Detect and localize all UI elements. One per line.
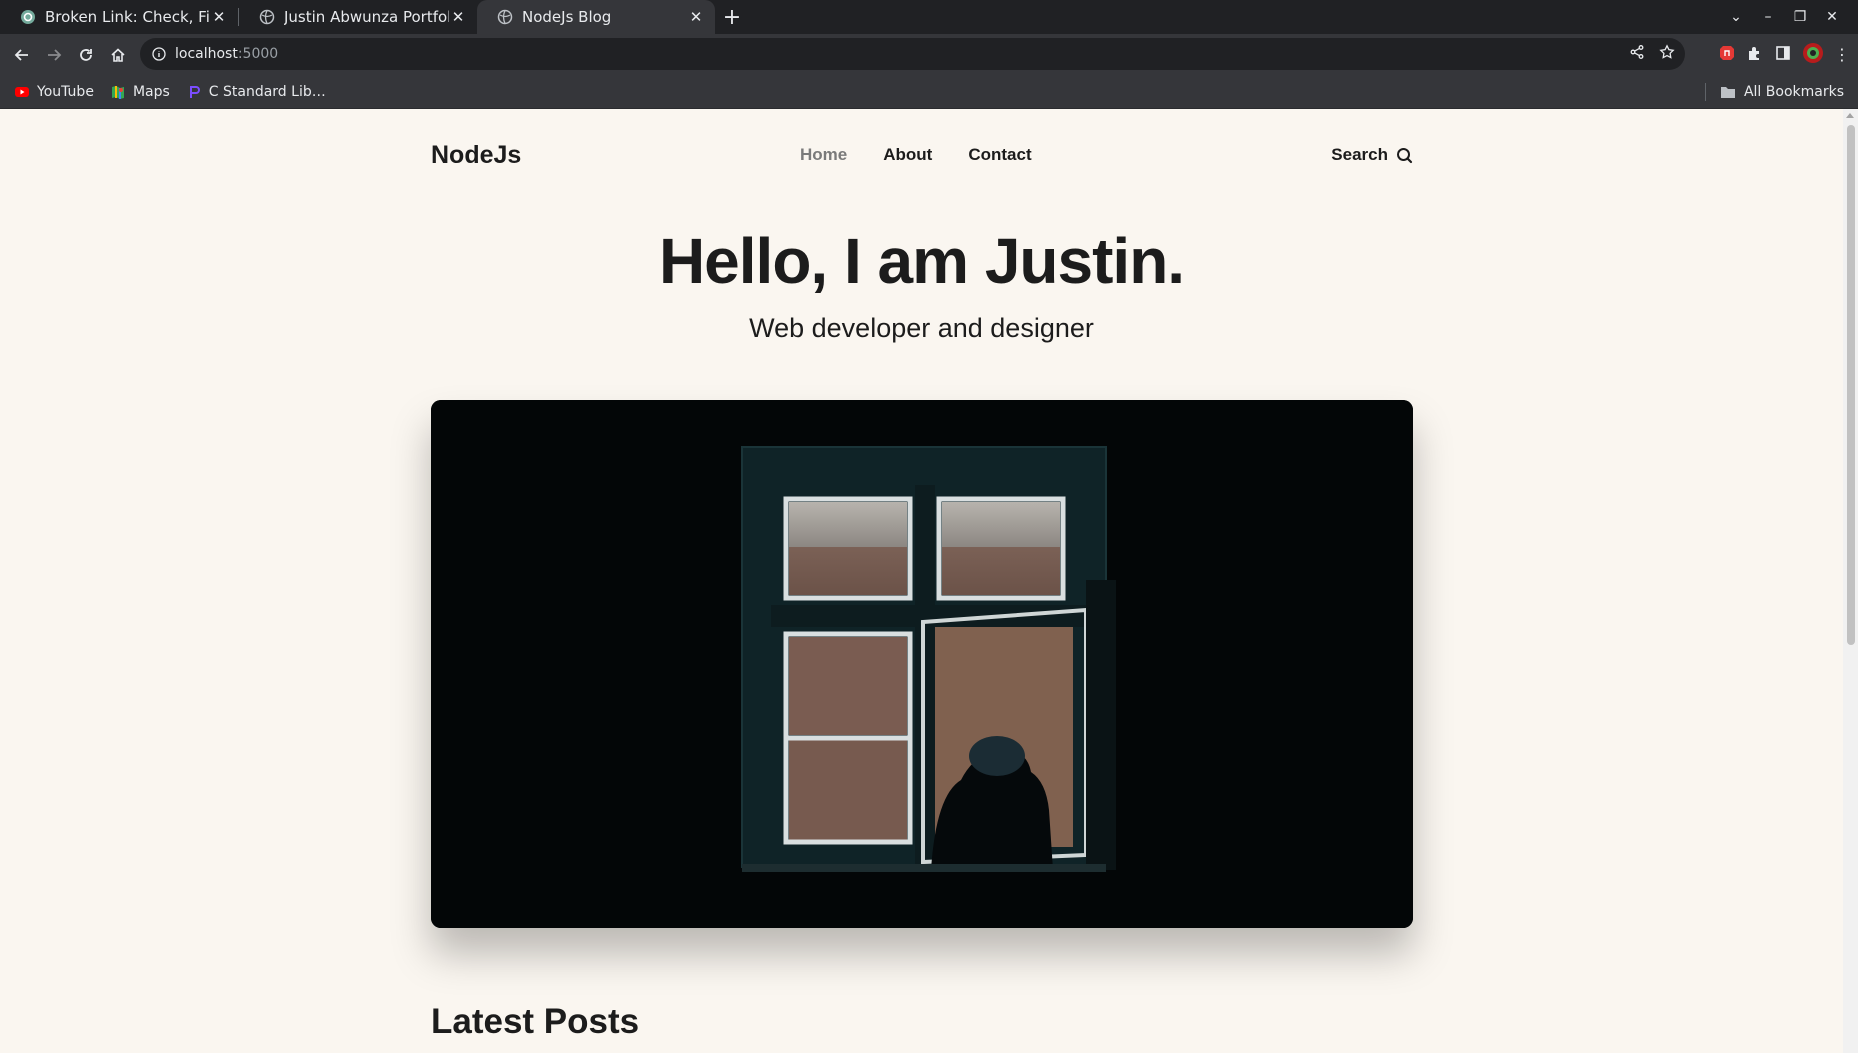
folder-icon bbox=[1720, 85, 1736, 99]
home-icon[interactable] bbox=[102, 39, 134, 71]
bookmark-label: YouTube bbox=[37, 83, 94, 100]
omnibox-actions bbox=[1629, 38, 1675, 70]
nav-home[interactable]: Home bbox=[800, 145, 847, 165]
page-viewport: NodeJs Home About Contact Search Hello, … bbox=[0, 109, 1843, 1053]
share-icon[interactable] bbox=[1629, 44, 1645, 64]
tab-search-icon[interactable]: ⌄ bbox=[1720, 9, 1752, 25]
adblock-extension-icon[interactable] bbox=[1718, 44, 1736, 66]
close-window-icon[interactable]: ✕ bbox=[1816, 9, 1848, 25]
forward-icon[interactable] bbox=[38, 39, 70, 71]
minimize-icon[interactable]: – bbox=[1752, 9, 1784, 25]
browser-tab-strip: Broken Link: Check, Fix, A ✕ Justin Abwu… bbox=[0, 0, 1858, 34]
globe-icon bbox=[497, 9, 513, 25]
window-controls: ⌄ – ❐ ✕ bbox=[1720, 0, 1848, 34]
all-bookmarks[interactable]: All Bookmarks bbox=[1704, 75, 1844, 109]
hero-subtitle: Web developer and designer bbox=[749, 313, 1094, 343]
reload-icon[interactable] bbox=[70, 39, 102, 71]
hero-image bbox=[431, 400, 1413, 928]
chatgpt-icon bbox=[20, 9, 36, 25]
close-tab-icon[interactable]: ✕ bbox=[449, 8, 467, 26]
site-logo[interactable]: NodeJs bbox=[431, 141, 521, 170]
scrollbar-thumb[interactable] bbox=[1847, 125, 1855, 645]
scroll-up-icon[interactable] bbox=[1846, 113, 1854, 118]
nav-contact[interactable]: Contact bbox=[968, 145, 1031, 165]
side-panel-icon[interactable] bbox=[1774, 44, 1792, 66]
browser-tab[interactable]: Justin Abwunza Portfolio ✕ bbox=[239, 0, 477, 34]
search-button[interactable]: Search bbox=[1331, 145, 1413, 165]
latest-posts-heading: Latest Posts bbox=[431, 1002, 640, 1041]
site-info-icon[interactable] bbox=[152, 47, 166, 61]
extensions-area: ⋮ bbox=[1718, 34, 1850, 75]
restore-icon[interactable]: ❐ bbox=[1784, 9, 1816, 25]
url-host: localhost bbox=[175, 46, 238, 62]
back-icon[interactable] bbox=[6, 39, 38, 71]
bookmark-icon bbox=[186, 84, 202, 100]
tab-title: Justin Abwunza Portfolio bbox=[284, 8, 449, 26]
bookmarks-divider bbox=[1704, 83, 1706, 101]
extensions-puzzle-icon[interactable] bbox=[1746, 44, 1764, 66]
hero-title: Hello, I am Justin. bbox=[658, 225, 1185, 297]
main-nav: Home About Contact bbox=[800, 145, 1032, 165]
bookmark-star-icon[interactable] bbox=[1659, 44, 1675, 64]
browser-toolbar: localhost:5000 ⋮ bbox=[0, 34, 1858, 75]
bookmark-label: Maps bbox=[132, 83, 170, 100]
new-tab-icon[interactable]: + bbox=[715, 0, 749, 34]
tab-title: Broken Link: Check, Fix, A bbox=[45, 8, 210, 26]
page-scrollbar[interactable] bbox=[1843, 109, 1858, 1053]
all-bookmarks-label: All Bookmarks bbox=[1743, 84, 1844, 100]
nav-about[interactable]: About bbox=[883, 145, 932, 165]
close-tab-icon[interactable]: ✕ bbox=[210, 8, 228, 26]
bookmark-c-standard-lib[interactable]: C Standard Lib… bbox=[186, 84, 326, 100]
close-tab-icon[interactable]: ✕ bbox=[687, 8, 705, 26]
tab-title: NodeJs Blog bbox=[522, 8, 612, 26]
browser-tab-active[interactable]: NodeJs Blog ✕ bbox=[477, 0, 715, 34]
maps-icon bbox=[110, 84, 126, 100]
search-icon bbox=[1396, 147, 1413, 164]
address-bar[interactable]: localhost:5000 bbox=[140, 38, 1685, 70]
site-header: NodeJs Home About Contact Search bbox=[431, 135, 1413, 175]
bookmarks-bar: YouTube Maps C Standard Lib… All Bookmar… bbox=[0, 75, 1858, 109]
search-label: Search bbox=[1331, 145, 1388, 164]
bookmark-label: C Standard Lib… bbox=[208, 83, 326, 100]
window-photo-illustration bbox=[431, 400, 1413, 928]
url-port: :5000 bbox=[237, 46, 279, 62]
globe-icon bbox=[259, 9, 275, 25]
bookmark-youtube[interactable]: YouTube bbox=[14, 84, 94, 100]
menu-kebab-icon[interactable]: ⋮ bbox=[1834, 45, 1850, 64]
browser-tab[interactable]: Broken Link: Check, Fix, A ✕ bbox=[0, 0, 238, 34]
bookmark-maps[interactable]: Maps bbox=[110, 84, 170, 100]
profile-avatar-icon[interactable] bbox=[1802, 42, 1824, 68]
youtube-icon bbox=[14, 84, 30, 100]
